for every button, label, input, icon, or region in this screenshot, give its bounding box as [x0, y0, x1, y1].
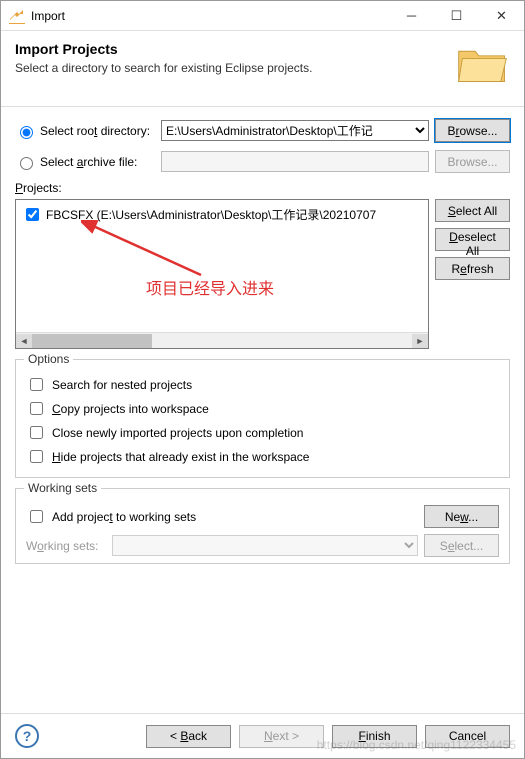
new-ws-button[interactable]: New...	[424, 505, 499, 528]
ws-label: Working sets:	[26, 539, 106, 553]
annotation-arrow	[81, 220, 211, 280]
window-title: Import	[31, 9, 389, 23]
close-button[interactable]: ✕	[479, 2, 524, 30]
header: Import Projects Select a directory to se…	[1, 31, 524, 107]
copy-checkbox[interactable]: Copy projects into workspace	[26, 399, 499, 418]
ws-select	[112, 535, 418, 556]
close-checkbox[interactable]: Close newly imported projects upon compl…	[26, 423, 499, 442]
minimize-button[interactable]: ─	[389, 2, 434, 30]
cancel-button[interactable]: Cancel	[425, 725, 510, 748]
select-all-button[interactable]: Select All	[435, 199, 510, 222]
refresh-button[interactable]: Refresh	[435, 257, 510, 280]
archive-input[interactable]	[161, 151, 429, 172]
back-button[interactable]: < Back	[146, 725, 231, 748]
import-dialog: Import ─ ☐ ✕ Import Projects Select a di…	[0, 0, 525, 759]
footer: ? < Back Next > Finish Cancel	[1, 713, 524, 758]
projects-list[interactable]: FBCSFX (E:\Users\Administrator\Desktop\工…	[15, 199, 429, 349]
deselect-all-button[interactable]: Deselect All	[435, 228, 510, 251]
scroll-right-icon[interactable]: ►	[412, 334, 428, 348]
browse-root-button[interactable]: Browse...	[435, 119, 510, 142]
archive-radio[interactable]: Select archive file:	[15, 154, 155, 170]
maximize-button[interactable]: ☐	[434, 2, 479, 30]
root-dir-radio[interactable]: Select root directory:	[15, 123, 155, 139]
root-dir-input[interactable]: E:\Users\Administrator\Desktop\工作记	[161, 120, 429, 141]
horizontal-scrollbar[interactable]: ◄ ►	[16, 332, 428, 348]
help-icon[interactable]: ?	[15, 724, 39, 748]
page-subtitle: Select a directory to search for existin…	[15, 61, 455, 75]
content: Select root directory: E:\Users\Administ…	[1, 107, 524, 713]
folder-icon	[455, 41, 510, 92]
browse-archive-button: Browse...	[435, 150, 510, 173]
import-icon	[9, 8, 25, 24]
page-title: Import Projects	[15, 41, 455, 57]
hide-checkbox[interactable]: Hide projects that already exist in the …	[26, 447, 499, 466]
next-button: Next >	[239, 725, 324, 748]
add-to-ws-checkbox[interactable]: Add project to working sets	[26, 507, 418, 526]
scroll-thumb[interactable]	[32, 334, 152, 348]
project-checkbox[interactable]	[26, 208, 39, 221]
finish-button[interactable]: Finish	[332, 725, 417, 748]
titlebar: Import ─ ☐ ✕	[1, 1, 524, 31]
nested-checkbox[interactable]: Search for nested projects	[26, 375, 499, 394]
annotation-text: 项目已经导入进来	[146, 275, 274, 299]
scroll-left-icon[interactable]: ◄	[16, 334, 32, 348]
working-sets-group: Working sets Add project to working sets…	[15, 488, 510, 564]
list-item[interactable]: FBCSFX (E:\Users\Administrator\Desktop\工…	[18, 204, 426, 225]
options-group: Options Search for nested projects Copy …	[15, 359, 510, 478]
projects-label: Projects:	[15, 181, 510, 195]
select-ws-button: Select...	[424, 534, 499, 557]
